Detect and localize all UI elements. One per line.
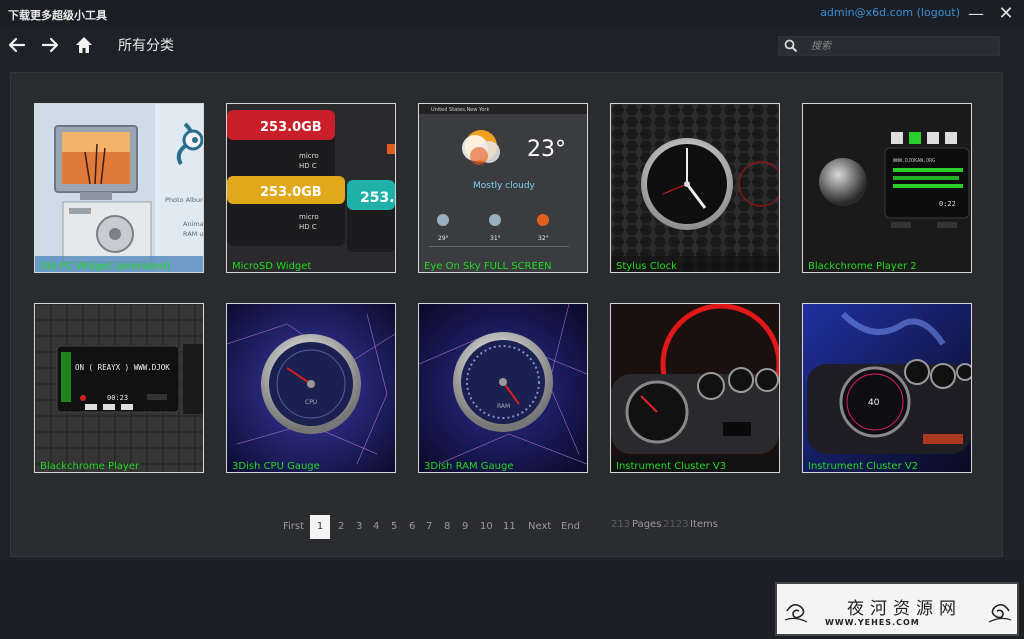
app-window: 下载更多超级小工具 admin@x6d.com (logout) — ✕ 所有分… [0,0,1024,639]
page-link[interactable]: 10 [480,521,493,532]
page-link[interactable]: 3 [356,521,362,532]
weather-day1: 29° [438,235,449,242]
search-box[interactable] [778,36,1000,56]
search-icon[interactable] [784,38,798,54]
widget-tile-blackchrome-player-2[interactable]: WWW.DJOKAN.ORG 0:22 Blackchrome Player 2 [802,103,972,273]
player-time: 00:23 [107,394,128,402]
sd-card-capacity-2: 253.0GB [260,185,322,200]
ram-gauge-label: RAM [497,403,510,410]
items-label: Items [690,519,718,530]
widget-thumbnail: CPU [227,304,395,472]
widget-thumbnail [611,304,779,472]
oldpc-caption-1: Photo Album [165,196,203,204]
tile-label: Instrument Cluster V2 [808,461,919,472]
widget-thumbnail: ON ( REAYX ) WWW.DJOK 00:23 [35,304,203,472]
arrow-right-icon[interactable] [39,34,61,56]
page-link[interactable]: 9 [462,521,468,532]
pages-label: Pages [632,519,662,530]
page-next-link[interactable]: Next [528,521,551,532]
svg-text:micro: micro [299,213,319,221]
watermark-title: 夜河资源网 [847,599,962,619]
widget-thumbnail [611,104,779,272]
player-display-text: ON ( REAYX ) WWW.DJOK [75,363,170,372]
page-link[interactable]: 11 [503,521,516,532]
ornament-icon [784,603,808,623]
widget-tile-old-pc[interactable]: Photo Album Animat RAM u Old PC Widget (… [34,103,204,273]
widget-tile-stylus-clock[interactable]: Stylus Clock [610,103,780,273]
oldpc-caption-3: RAM u [183,230,203,238]
navigation-bar: 所有分类 [0,28,1024,64]
sd-card-capacity-1: 253.0GB [260,120,322,135]
cpu-gauge-label: CPU [305,399,317,406]
tile-label: Old PC Widget (animated) [40,261,171,272]
page-link[interactable]: 2 [338,521,344,532]
widget-tile-microsd[interactable]: 253.0GB micro HD C 253.0GB micro HD C 25… [226,103,396,273]
page-end-link[interactable]: End [561,521,580,532]
app-title: 下载更多超级小工具 [8,9,107,22]
tile-label: Eye On Sky FULL SCREEN [424,261,552,272]
page-count: 213 [611,519,631,530]
widget-tile-eye-on-sky[interactable]: United States,New York 23° Mostly cloudy… [418,103,588,273]
svg-text:HD C: HD C [299,162,317,170]
tile-label: MicroSD Widget [232,261,312,272]
widget-tile-instrument-cluster-v3[interactable]: Instrument Cluster V3 [610,303,780,473]
account-logout-link[interactable]: admin@x6d.com (logout) [820,6,960,19]
page-link[interactable]: 4 [373,521,379,532]
close-icon[interactable]: ✕ [994,2,1018,26]
minimize-icon[interactable]: — [964,2,988,26]
weather-city: United States,New York [431,107,489,113]
arrow-left-icon[interactable] [6,34,28,56]
tile-label: Stylus Clock [616,261,677,272]
weather-temperature: 23° [527,137,566,162]
search-input[interactable] [811,38,991,54]
widget-thumbnail: United States,New York 23° Mostly cloudy… [419,104,587,272]
home-icon[interactable] [73,34,95,56]
watermark-url: WWW.YEHES.COM [825,618,920,627]
cluster2-speed: 40 [868,398,880,408]
page-link[interactable]: 6 [409,521,415,532]
widget-thumbnail: WWW.DJOKAN.ORG 0:22 [803,104,971,272]
item-count: 2123 [663,519,689,530]
page-first-link[interactable]: First [283,521,304,532]
widget-thumbnail: 40 [803,304,971,472]
widget-tile-ram-gauge[interactable]: RAM 3Dish RAM Gauge [418,303,588,473]
widget-tile-cpu-gauge[interactable]: CPU 3Dish CPU Gauge [226,303,396,473]
page-link[interactable]: 5 [391,521,397,532]
tile-label: Blackchrome Player [40,461,140,472]
sd-card-capacity-3: 253. [360,190,395,206]
widget-thumbnail: Photo Album Animat RAM u [35,104,203,272]
tile-label: Instrument Cluster V3 [616,461,727,472]
ornament-icon [988,603,1012,623]
svg-text:HD C: HD C [299,223,317,231]
oldpc-caption-2: Animat [183,220,203,228]
page-title: 所有分类 [118,38,174,54]
weather-day3: 32° [538,235,549,242]
page-current[interactable]: 1 [310,515,330,539]
widget-thumbnail: RAM [419,304,587,472]
widget-gallery: Photo Album Animat RAM u Old PC Widget (… [10,72,1003,557]
widget-tile-instrument-cluster-v2[interactable]: 40 Instrument Cluster V2 [802,303,972,473]
tile-label: 3Dish CPU Gauge [232,461,320,472]
pagination: First 1 2 3 4 5 6 7 8 9 10 11 Next End 2… [0,515,1024,539]
player2-time: 0:22 [939,200,956,208]
weather-condition: Mostly cloudy [473,181,536,191]
widget-tile-blackchrome-player[interactable]: ON ( REAYX ) WWW.DJOK 00:23 Blackchrome … [34,303,204,473]
title-bar: 下载更多超级小工具 admin@x6d.com (logout) — ✕ [0,0,1024,28]
tile-label: 3Dish RAM Gauge [424,461,514,472]
tile-label: Blackchrome Player 2 [808,261,917,272]
watermark-logo: 夜河资源网 WWW.YEHES.COM [775,582,1019,636]
player2-site: WWW.DJOKAN.ORG [893,158,935,164]
svg-text:micro: micro [299,152,319,160]
page-link[interactable]: 8 [444,521,450,532]
weather-day2: 31° [490,235,501,242]
widget-thumbnail: 253.0GB micro HD C 253.0GB micro HD C 25… [227,104,395,272]
page-link[interactable]: 7 [426,521,432,532]
